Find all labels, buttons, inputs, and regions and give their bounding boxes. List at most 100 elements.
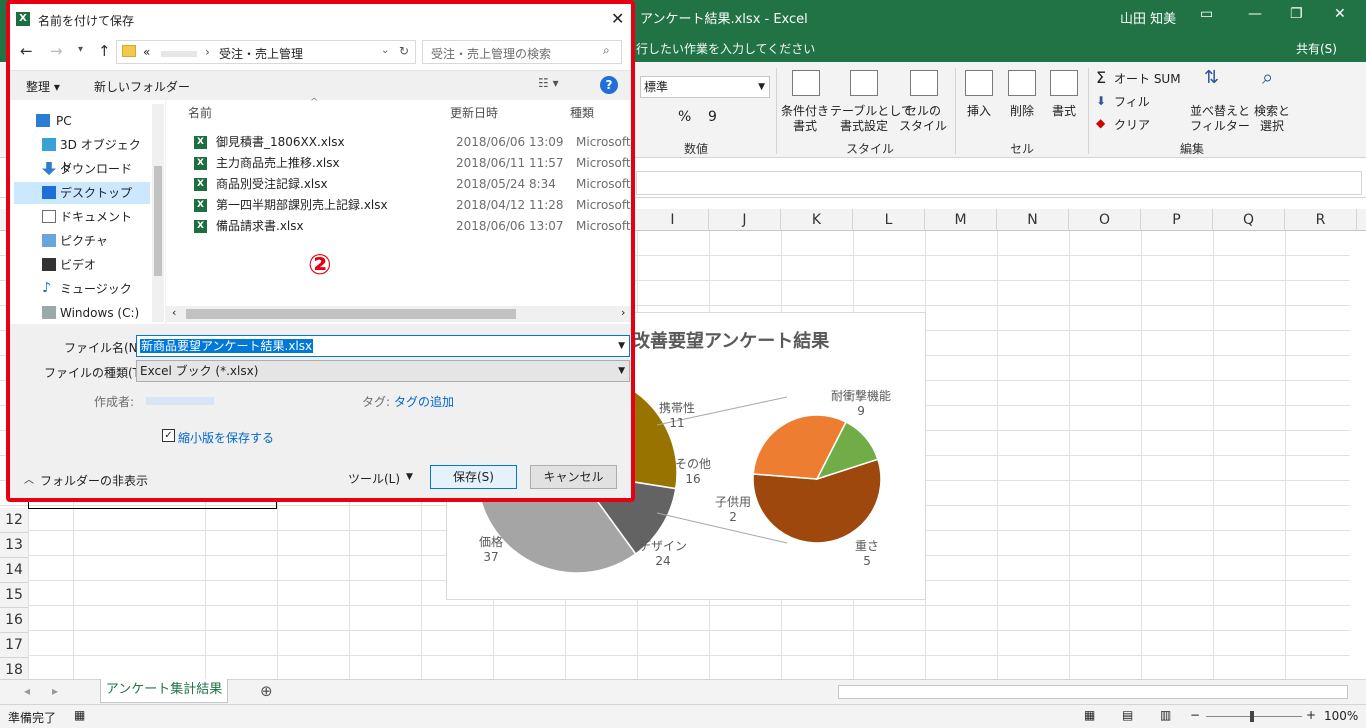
- row-header[interactable]: 14: [0, 558, 28, 583]
- file-row[interactable]: X備品請求書.xlsx2018/06/06 13:07Microsoft Ex: [186, 216, 631, 237]
- dialog-close-icon[interactable]: ✕: [611, 9, 624, 28]
- save-button[interactable]: 保存(S): [430, 465, 517, 489]
- close-icon[interactable]: ✕: [1334, 6, 1346, 22]
- column-header[interactable]: Q: [1213, 209, 1285, 231]
- header-name[interactable]: 名前: [188, 104, 212, 121]
- macro-record-icon[interactable]: ▦: [74, 708, 85, 722]
- percent-button[interactable]: %: [678, 110, 691, 125]
- tree-item-music[interactable]: ♪ ミュージック: [14, 278, 150, 300]
- zoom-level[interactable]: 100%: [1324, 709, 1358, 723]
- tree-item-documents[interactable]: ドキュメント: [14, 206, 150, 228]
- sort-filter-button[interactable]: 並べ替えと フィルター: [1190, 104, 1250, 134]
- ribbon-display-icon[interactable]: ▭: [1200, 6, 1213, 22]
- format-button[interactable]: 書式: [1049, 104, 1079, 119]
- view-options-icon[interactable]: ☷ ▾: [538, 76, 559, 90]
- forward-icon[interactable]: →: [50, 42, 63, 60]
- delete-button[interactable]: 削除: [1007, 104, 1037, 119]
- table-format-button[interactable]: テーブルとして 書式設定: [830, 104, 913, 134]
- horizontal-scrollbar[interactable]: [838, 685, 1348, 699]
- formula-input[interactable]: [636, 171, 1362, 195]
- tree-scrollbar[interactable]: [152, 104, 164, 322]
- autosum-button[interactable]: オート SUM: [1114, 72, 1181, 87]
- row-header[interactable]: 13: [0, 533, 28, 558]
- address-dropdown-icon[interactable]: ⌄: [381, 45, 389, 56]
- conditional-format-button[interactable]: 条件付き 書式: [780, 104, 830, 134]
- column-header[interactable]: I: [637, 209, 709, 231]
- page-break-icon[interactable]: ▥: [1160, 708, 1171, 722]
- search-box[interactable]: 受注・売上管理の検索 ⌕: [422, 40, 622, 64]
- refresh-icon[interactable]: ↻: [399, 44, 409, 58]
- file-row[interactable]: X商品別受注記録.xlsx2018/05/24 8:34Microsoft Ex: [186, 174, 631, 195]
- tree-item-downloads[interactable]: ダウンロード: [14, 158, 150, 180]
- tag-add-link[interactable]: タグの追加: [394, 393, 454, 410]
- files-hscrollbar[interactable]: ‹ ›: [166, 306, 631, 322]
- tree-scroll-thumb[interactable]: [154, 166, 162, 276]
- address-bar[interactable]: « › 受注・売上管理 ⌄ ↻: [116, 40, 416, 64]
- row-header[interactable]: 15: [0, 583, 28, 608]
- cancel-button[interactable]: キャンセル: [530, 465, 617, 489]
- help-icon[interactable]: ?: [600, 76, 618, 94]
- path-folder[interactable]: 受注・売上管理: [219, 45, 303, 62]
- tab-prev-icon[interactable]: ◂: [24, 684, 30, 698]
- column-header[interactable]: K: [781, 209, 853, 231]
- author-value-hidden[interactable]: [146, 397, 214, 405]
- column-header[interactable]: M: [925, 209, 997, 231]
- scroll-left-icon[interactable]: ‹: [172, 306, 176, 319]
- add-sheet-icon[interactable]: ⊕: [260, 682, 273, 700]
- zoom-out-icon[interactable]: −: [1190, 708, 1200, 722]
- normal-view-icon[interactable]: ▦: [1084, 708, 1095, 722]
- user-name[interactable]: 山田 知美: [1120, 8, 1176, 27]
- column-header[interactable]: R: [1285, 209, 1357, 231]
- tree-item-videos[interactable]: ビデオ: [14, 254, 150, 276]
- search-input[interactable]: 受注・売上管理の検索: [431, 45, 551, 62]
- column-header[interactable]: N: [997, 209, 1069, 231]
- find-select-button[interactable]: 検索と 選択: [1252, 104, 1292, 134]
- column-header[interactable]: J: [709, 209, 781, 231]
- filetype-select[interactable]: Excel ブック (*.xlsx) ▼: [136, 360, 630, 382]
- row-header[interactable]: 12: [0, 508, 28, 533]
- row-header[interactable]: 17: [0, 633, 28, 658]
- number-format-select[interactable]: 標準 ▼: [640, 76, 770, 98]
- cell-style-button[interactable]: セルの スタイル: [898, 104, 948, 134]
- filename-field[interactable]: 新商品要望アンケート結果.xlsx ▼: [136, 335, 630, 357]
- maximize-icon[interactable]: ❐: [1290, 6, 1303, 22]
- clear-button[interactable]: クリア: [1114, 118, 1150, 133]
- tree-item-desktop[interactable]: デスクトップ: [14, 182, 150, 204]
- recent-dropdown-icon[interactable]: ▾: [78, 44, 83, 55]
- tree-item-3d[interactable]: 3D オブジェクト: [14, 134, 150, 174]
- path-prefix[interactable]: «: [143, 45, 150, 59]
- column-header[interactable]: P: [1141, 209, 1213, 231]
- zoom-slider[interactable]: [1206, 716, 1302, 717]
- file-row[interactable]: X 第一四半期部課別売上記録.xlsx 2018/04/12 11:28 Micros…: [186, 195, 631, 216]
- collapse-icon[interactable]: ︿: [24, 471, 34, 486]
- tell-me-input[interactable]: 行したい作業を入力してください: [636, 40, 815, 57]
- share-button[interactable]: 共有(S): [1296, 40, 1337, 57]
- scroll-right-icon[interactable]: ›: [621, 306, 625, 319]
- tools-dropdown-icon[interactable]: ▼: [406, 472, 413, 482]
- column-header[interactable]: O: [1069, 209, 1141, 231]
- file-row[interactable]: X 主力商品売上推移.xlsx 2018/06/11 11:57 Microsoft …: [186, 153, 631, 174]
- row-header[interactable]: 16: [0, 608, 28, 633]
- tree-item-pictures[interactable]: ピクチャ: [14, 230, 150, 252]
- minimize-icon[interactable]: —: [1248, 6, 1262, 22]
- hide-folders-button[interactable]: フォルダーの非表示: [40, 472, 148, 489]
- organize-button[interactable]: 整理 ▾: [26, 78, 60, 95]
- back-icon[interactable]: ←: [20, 42, 33, 60]
- zoom-in-icon[interactable]: +: [1306, 708, 1316, 722]
- up-icon[interactable]: ↑: [98, 42, 111, 60]
- files-scroll-thumb[interactable]: [186, 309, 516, 319]
- tools-button[interactable]: ツール(L): [348, 470, 400, 487]
- header-date[interactable]: 更新日時: [450, 104, 498, 121]
- page-layout-icon[interactable]: ▤: [1122, 708, 1133, 722]
- column-header[interactable]: L: [853, 209, 925, 231]
- thumbnail-checkbox[interactable]: ✓: [162, 429, 175, 442]
- sheet-tab[interactable]: アンケート集計結果: [100, 679, 228, 703]
- tree-item-drive[interactable]: Windows (C:): [14, 302, 150, 324]
- thumbnail-label[interactable]: 縮小版を保存する: [178, 429, 274, 446]
- header-type[interactable]: 種類: [570, 104, 594, 121]
- fill-button[interactable]: フィル: [1114, 95, 1150, 110]
- tab-next-icon[interactable]: ▸: [52, 684, 58, 698]
- tree-item-pc[interactable]: PC: [14, 110, 150, 132]
- insert-button[interactable]: 挿入: [964, 104, 994, 119]
- file-row[interactable]: X 御見積書_1806XX.xlsx 2018/06/06 13:09 Microso…: [186, 132, 631, 153]
